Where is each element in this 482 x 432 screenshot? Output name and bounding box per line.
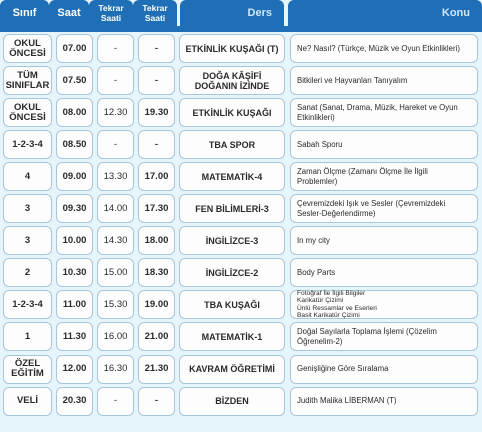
tekrar-saati-1-cell: - xyxy=(97,66,134,96)
konu-cell: Genişliğine Göre Sıralama xyxy=(290,354,478,384)
table-row: 3 09.30 14.00 17.30 FEN BİLİMLERİ-3 Çevremizd… xyxy=(3,194,479,224)
header-band xyxy=(0,26,482,32)
saat-cell: 07.50 xyxy=(56,66,93,96)
saat-cell: 09.30 xyxy=(56,194,93,224)
table-row: ÖZEL EĞİTİM 12.00 16.30 21.30 KAVRAM ÖĞRETİM… xyxy=(3,354,479,384)
konu-cell: Judith Malika LİBERMAN (T) xyxy=(290,386,478,416)
table-row: 2 10.30 15.00 18.30 İNGİLİZCE-2 Body Parts xyxy=(3,258,479,288)
tekrar-saati-1-cell: 15.30 xyxy=(97,290,134,320)
tekrar-saati-2-cell: 18.00 xyxy=(138,226,175,256)
sinif-cell: 1-2-3-4 xyxy=(3,290,52,320)
table-row: TÜM SINIFLAR 07.50- - DOĞA KÂŞİFİ DOĞANIN İ… xyxy=(3,66,479,96)
ders-cell: TBA SPOR xyxy=(179,130,285,160)
ders-cell: MATEMATİK-4 xyxy=(179,162,285,192)
konu-cell: Fotoğraf İle İlgili Bilgiler Karikatür Ç… xyxy=(290,290,478,320)
tekrar-saati-1-cell: - xyxy=(97,34,134,63)
tekrar-saati-1-cell: 13.30 xyxy=(97,162,134,192)
saat-cell: 08.00 xyxy=(56,98,93,128)
ders-cell: FEN BİLİMLERİ-3 xyxy=(179,194,285,224)
sinif-cell: OKUL ÖNCESİ xyxy=(3,34,52,63)
tekrar-saati-1-cell: 14.30 xyxy=(97,226,134,256)
tekrar-saati-1-cell: 14.00 xyxy=(97,194,134,224)
ders-cell: TBA KUŞAĞI xyxy=(179,290,285,320)
saat-cell: 09.00 xyxy=(56,162,93,192)
column-header-sinif: Sınıf xyxy=(0,0,49,26)
column-header-tekrar-1: Tekrar Saati xyxy=(89,0,133,26)
tekrar-saati-2-cell: 17.30 xyxy=(138,194,175,224)
sinif-cell: 4 xyxy=(3,162,52,192)
tekrar-saati-1-cell: 12.30 xyxy=(97,98,134,128)
konu-cell: Çevremizdeki Işık ve Sesler (Çevremizdek… xyxy=(290,194,478,224)
tekrar-saati-2-cell: 19.30 xyxy=(138,98,175,128)
tekrar-saati-2-cell: 19.00 xyxy=(138,290,175,320)
ders-cell: ETKİNLİK KUŞAĞI xyxy=(179,98,285,128)
saat-cell: 07.00 xyxy=(56,34,93,63)
table-row: 3 10.00 14.30 18.00 İNGİLİZCE-3 In my city xyxy=(3,226,479,256)
tekrar-saati-2-cell: 21.00 xyxy=(138,322,175,352)
sinif-cell: VELİ xyxy=(3,386,52,416)
konu-cell: Bitkileri ve Hayvanları Tanıyalım xyxy=(290,66,478,96)
tekrar-saati-2-cell: 18.30 xyxy=(138,258,175,288)
tekrar-saati-1-cell: - xyxy=(97,386,134,416)
saat-cell: 11.00 xyxy=(56,290,93,320)
ders-cell: KAVRAM ÖĞRETİMİ xyxy=(179,354,285,384)
table-row: 4 09.00 13.30 17.00 MATEMATİK-4 Zaman Ölçme (… xyxy=(3,162,479,192)
tekrar-saati-2-cell: - xyxy=(138,34,175,63)
tekrar-saati-2-cell: - xyxy=(138,130,175,160)
saat-cell: 11.30 xyxy=(56,322,93,352)
column-header-tekrar-2: Tekrar Saati xyxy=(133,0,177,26)
table-row: OKUL ÖNCESİ 07.00- - ETKİNLİK KUŞAĞI (T) Ne?… xyxy=(3,34,479,63)
ders-cell: BİZDEN xyxy=(179,386,285,416)
saat-cell: 10.30 xyxy=(56,258,93,288)
sinif-cell: OKUL ÖNCESİ xyxy=(3,98,52,128)
table-row: OKUL ÖNCESİ 08.00 12.30 19.30 ETKİNLİK KUŞAĞ… xyxy=(3,98,479,128)
sinif-cell: 1-2-3-4 xyxy=(3,130,52,160)
sinif-cell: ÖZEL EĞİTİM xyxy=(3,354,52,384)
sinif-cell: 2 xyxy=(3,258,52,288)
sinif-cell: TÜM SINIFLAR xyxy=(3,66,52,96)
konu-cell: Doğal Sayılarla Toplama İşlemi (Çözelim … xyxy=(290,322,478,352)
ders-cell: DOĞA KÂŞİFİ DOĞANIN İZİNDE xyxy=(179,66,285,96)
tekrar-saati-2-cell: 17.00 xyxy=(138,162,175,192)
tekrar-saati-1-cell: 16.00 xyxy=(97,322,134,352)
tekrar-saati-2-cell: - xyxy=(138,66,175,96)
saat-cell: 10.00 xyxy=(56,226,93,256)
tekrar-saati-1-cell: 15.00 xyxy=(97,258,134,288)
ders-cell: İNGİLİZCE-3 xyxy=(179,226,285,256)
ders-cell: ETKİNLİK KUŞAĞI (T) xyxy=(179,34,285,63)
tekrar-saati-2-cell: 21.30 xyxy=(138,354,175,384)
column-header-saat: Saat xyxy=(49,0,89,26)
konu-cell: Body Parts xyxy=(290,258,478,288)
konu-cell: Zaman Ölçme (Zamanı Ölçme İle İlgili Pro… xyxy=(290,162,478,192)
saat-cell: 20.30 xyxy=(56,386,93,416)
schedule-table: Sınıf Saat Tekrar Saati Tekrar Saati Der… xyxy=(0,0,482,432)
table-row: VELİ 20.30- - BİZDEN Judith Malika LİBERMAN … xyxy=(3,386,479,416)
konu-cell: Sabah Sporu xyxy=(290,130,478,160)
konu-cell: In my city xyxy=(290,226,478,256)
column-header-konu: Konu xyxy=(288,0,482,26)
ders-cell: MATEMATİK-1 xyxy=(179,322,285,352)
tekrar-saati-1-cell: - xyxy=(97,130,134,160)
table-row: 1-2-3-4 08.50- - TBA SPOR Sabah Sporu xyxy=(3,130,479,160)
sinif-cell: 3 xyxy=(3,194,52,224)
sinif-cell: 1 xyxy=(3,322,52,352)
table-row: 1-2-3-4 11.00 15.30 19.00 TBA KUŞAĞI Fotoğraf… xyxy=(3,290,479,320)
sinif-cell: 3 xyxy=(3,226,52,256)
saat-cell: 08.50 xyxy=(56,130,93,160)
column-header-ders: Ders xyxy=(180,0,284,26)
ders-cell: İNGİLİZCE-2 xyxy=(179,258,285,288)
saat-cell: 12.00 xyxy=(56,354,93,384)
tekrar-saati-2-cell: - xyxy=(138,386,175,416)
konu-cell: Sanat (Sanat, Drama, Müzik, Hareket ve O… xyxy=(290,98,478,128)
tekrar-saati-1-cell: 16.30 xyxy=(97,354,134,384)
konu-cell: Ne? Nasıl? (Türkçe, Müzik ve Oyun Etkinl… xyxy=(290,34,478,63)
table-row: 1 11.30 16.00 21.00 MATEMATİK-1 Doğal Sayılar… xyxy=(3,322,479,352)
